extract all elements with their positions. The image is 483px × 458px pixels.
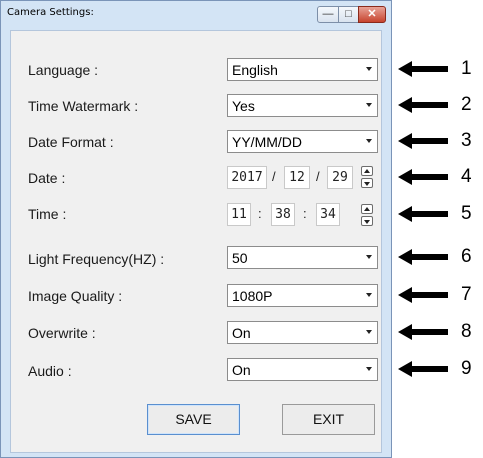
audio-value: On — [232, 362, 251, 378]
arrow-left-icon — [398, 133, 448, 149]
date-separator: / — [272, 169, 276, 184]
callout-number: 2 — [461, 94, 472, 115]
light-frequency-select[interactable]: 50 — [227, 246, 378, 269]
audio-select[interactable]: On — [227, 358, 378, 381]
time-spinner[interactable] — [361, 204, 374, 227]
callout-number: 5 — [461, 203, 472, 224]
spin-up-button[interactable] — [361, 204, 373, 214]
date-format-value: YY/MM/DD — [232, 134, 302, 150]
callout-number: 6 — [461, 246, 472, 267]
time-label: Time : — [28, 206, 67, 222]
arrow-down-icon — [364, 220, 370, 224]
close-button[interactable]: ✕ — [358, 6, 386, 23]
time-watermark-value: Yes — [232, 98, 255, 114]
image-quality-value: 1080P — [232, 288, 273, 304]
chevron-down-icon — [366, 103, 372, 107]
date-spinner[interactable] — [361, 166, 374, 189]
chevron-down-icon — [366, 367, 372, 371]
save-button[interactable]: SAVE — [147, 404, 240, 435]
maximize-button[interactable]: □ — [338, 6, 359, 23]
arrow-left-icon — [398, 324, 448, 340]
overwrite-label: Overwrite : — [28, 325, 96, 341]
arrow-left-icon — [398, 361, 448, 377]
time-separator: : — [303, 206, 307, 221]
chevron-down-icon — [366, 67, 372, 71]
minimize-icon: — — [322, 8, 334, 20]
callout-number: 7 — [461, 284, 472, 305]
callout-number: 9 — [461, 358, 472, 379]
audio-label: Audio : — [28, 363, 72, 379]
time-minute-field[interactable]: 38 — [271, 203, 295, 226]
arrow-left-icon — [398, 169, 448, 185]
time-second-field[interactable]: 34 — [316, 203, 340, 226]
arrow-left-icon — [398, 249, 448, 265]
image-quality-select[interactable]: 1080P — [227, 284, 378, 307]
date-format-select[interactable]: YY/MM/DD — [227, 130, 378, 153]
arrow-up-icon — [364, 169, 370, 173]
maximize-icon: □ — [345, 8, 352, 20]
date-separator: / — [316, 169, 320, 184]
callout-number: 4 — [461, 166, 472, 187]
light-frequency-label: Light Frequency(HZ) : — [28, 251, 165, 267]
arrow-up-icon — [364, 207, 370, 211]
chevron-down-icon — [366, 293, 372, 297]
arrow-left-icon — [398, 61, 448, 77]
time-hour-field[interactable]: 11 — [227, 203, 251, 226]
chevron-down-icon — [366, 139, 372, 143]
arrow-left-icon — [398, 97, 448, 113]
spin-down-button[interactable] — [361, 178, 373, 188]
language-value: English — [232, 62, 278, 78]
callout-number: 8 — [461, 321, 472, 342]
overwrite-value: On — [232, 325, 251, 341]
arrow-left-icon — [398, 206, 448, 222]
arrow-left-icon — [398, 287, 448, 303]
overwrite-select[interactable]: On — [227, 321, 378, 344]
spin-up-button[interactable] — [361, 166, 373, 176]
time-watermark-select[interactable]: Yes — [227, 94, 378, 117]
callout-number: 3 — [461, 130, 472, 151]
callout-number: 1 — [461, 58, 472, 79]
chevron-down-icon — [366, 255, 372, 259]
date-label: Date : — [28, 170, 66, 186]
minimize-button[interactable]: — — [317, 6, 339, 23]
date-day-field[interactable]: 29 — [327, 166, 353, 189]
date-month-field[interactable]: 12 — [284, 166, 310, 189]
title-bar[interactable]: Camera Settings: — □ ✕ — [1, 1, 391, 27]
exit-button[interactable]: EXIT — [282, 404, 375, 435]
date-format-label: Date Format : — [28, 134, 114, 150]
window-title: Camera Settings: — [7, 7, 94, 18]
arrow-down-icon — [364, 182, 370, 186]
close-icon: ✕ — [367, 8, 377, 20]
time-separator: : — [258, 206, 262, 221]
chevron-down-icon — [366, 330, 372, 334]
language-select[interactable]: English — [227, 58, 378, 81]
spin-down-button[interactable] — [361, 216, 373, 226]
language-label: Language : — [28, 62, 99, 78]
image-quality-label: Image Quality : — [28, 288, 123, 304]
time-watermark-label: Time Watermark : — [28, 98, 139, 114]
date-year-field[interactable]: 2017 — [227, 166, 267, 189]
light-frequency-value: 50 — [232, 250, 248, 266]
